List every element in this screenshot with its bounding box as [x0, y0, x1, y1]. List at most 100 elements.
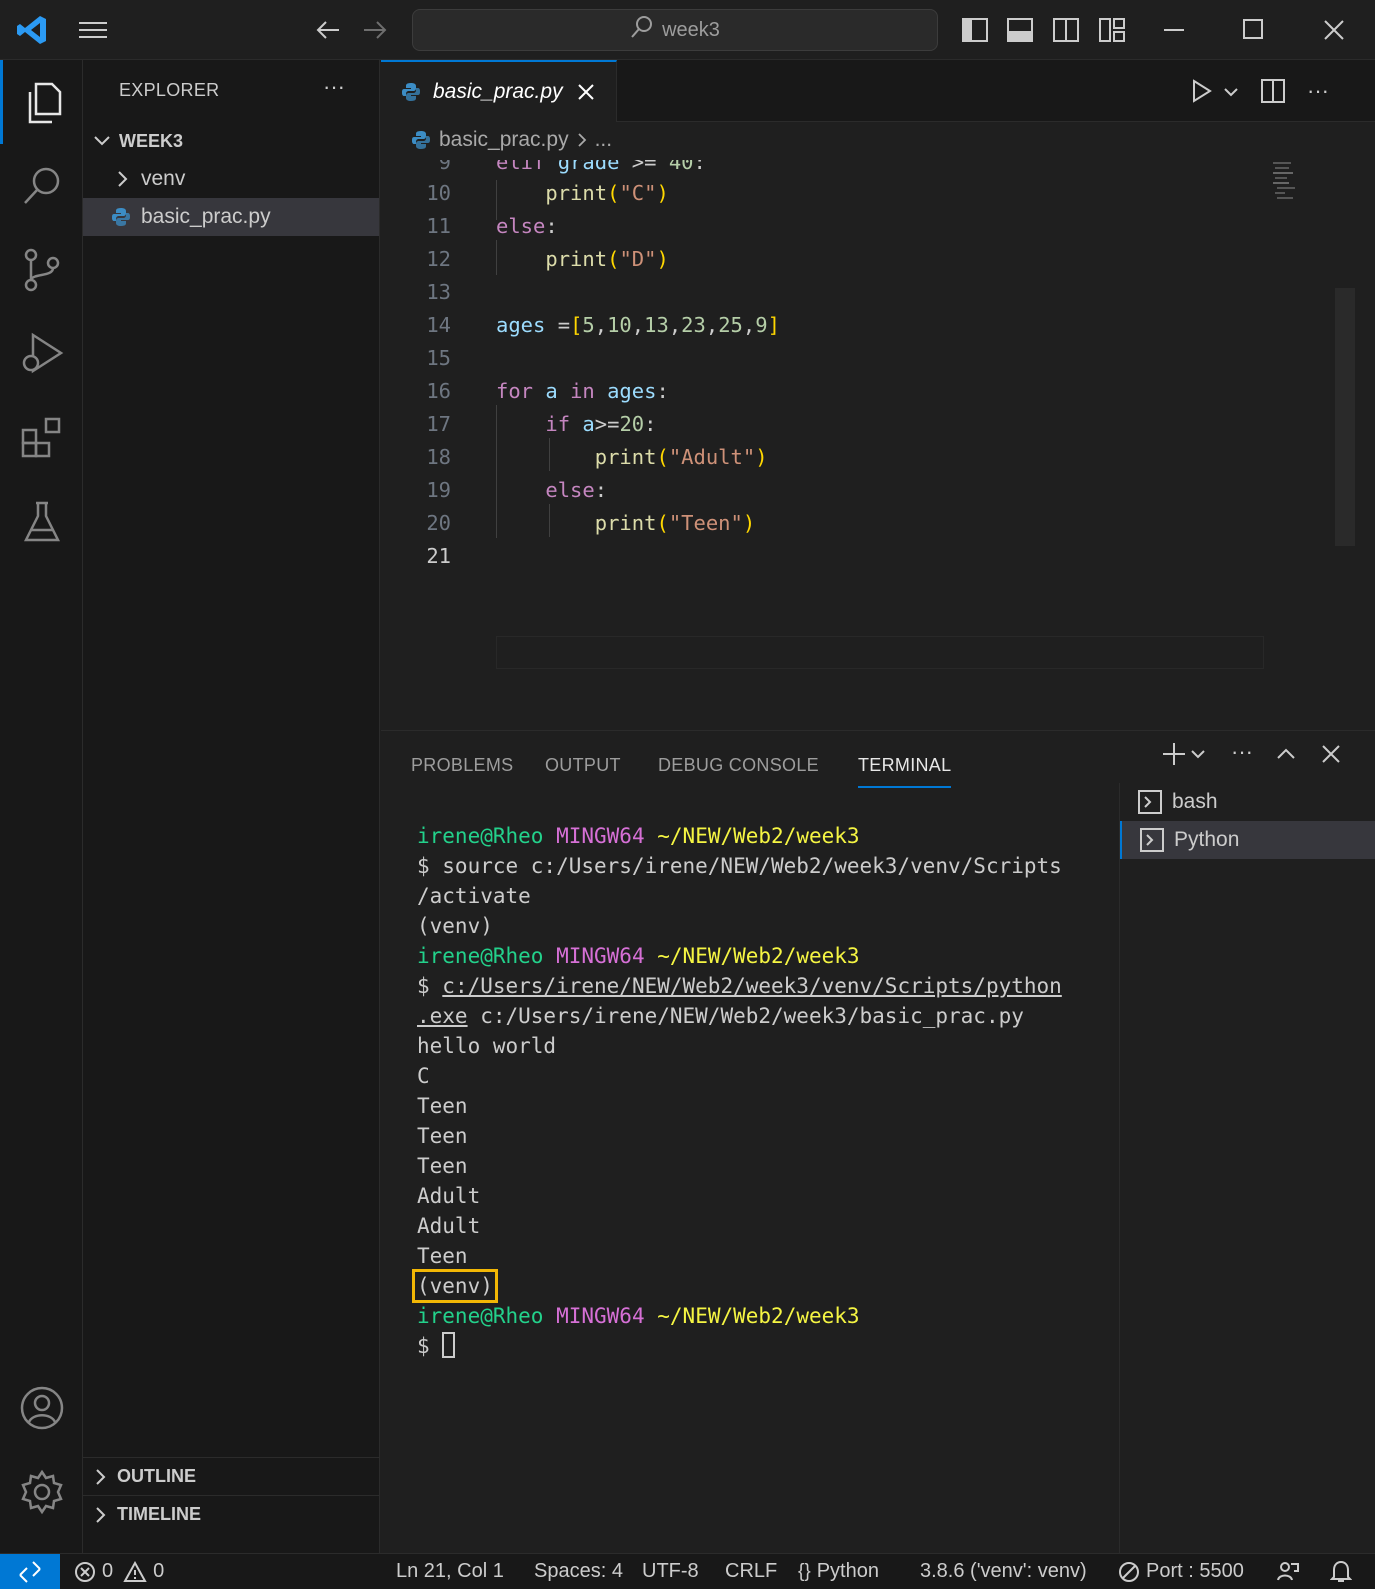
command-center-search[interactable]: week3 — [412, 9, 938, 51]
editor-more-actions-icon[interactable]: ··· — [1303, 78, 1333, 104]
explorer-icon[interactable] — [0, 60, 83, 144]
tree-item-venv[interactable]: venv — [83, 160, 379, 198]
line-number: 21 — [426, 543, 451, 568]
line-text: for a in ages: — [496, 378, 669, 403]
terminal-item-python[interactable]: Python — [1120, 821, 1375, 859]
minimap[interactable] — [1271, 160, 1301, 210]
close-window-icon[interactable] — [1319, 16, 1349, 44]
panel-more-actions-icon[interactable]: ··· — [1227, 739, 1257, 765]
terminal-output[interactable]: irene@Rheo MINGW64 ~/NEW/Web2/week3 $ so… — [412, 821, 1097, 1361]
chevron-right-icon — [95, 1468, 117, 1486]
line-number: 20 — [426, 510, 451, 535]
line-text: print("D") — [545, 246, 669, 271]
line-number: 12 — [426, 246, 451, 271]
terminal-line: $ source c:/Users/irene/NEW/Web2/week3/v… — [417, 854, 1062, 878]
code-line: 17 if a>=20: — [381, 407, 1375, 440]
timeline-section[interactable]: TIMELINE — [83, 1495, 379, 1533]
line-text: print("C") — [545, 180, 669, 205]
breadcrumb-symbol[interactable]: ... — [595, 128, 613, 152]
breadcrumb-file[interactable]: basic_prac.py — [439, 128, 569, 152]
problems-status[interactable]: 0 0 — [74, 1560, 164, 1583]
toggle-primary-sidebar-icon[interactable] — [960, 16, 990, 44]
code-line: 11 else: — [381, 209, 1375, 242]
title-bar: week3 — [0, 0, 1375, 60]
back-arrow-icon[interactable] — [313, 16, 343, 44]
run-python-file-icon[interactable] — [1189, 78, 1215, 104]
terminal-link[interactable]: .exe — [417, 1004, 468, 1028]
testing-icon[interactable] — [0, 480, 83, 564]
minimize-icon[interactable] — [1160, 16, 1190, 44]
maximize-panel-chevron-up-icon[interactable] — [1273, 741, 1299, 767]
live-server-port[interactable]: Port : 5500 — [1118, 1560, 1244, 1583]
tab-output[interactable]: OUTPUT — [545, 755, 621, 776]
settings-gear-icon[interactable] — [0, 1450, 83, 1534]
activity-bar — [0, 60, 83, 1553]
line-number: 9 — [438, 160, 451, 174]
toggle-panel-icon[interactable] — [1005, 16, 1035, 44]
code-editor[interactable]: 9 elif grade >= 40: 10 print("C") 11 els… — [381, 160, 1375, 730]
terminal-item-bash[interactable]: bash — [1120, 783, 1375, 821]
cursor-position[interactable]: Ln 21, Col 1 — [396, 1560, 504, 1583]
menu-icon[interactable] — [76, 16, 110, 44]
source-control-icon[interactable] — [0, 228, 83, 312]
extensions-icon[interactable] — [0, 396, 83, 480]
terminal-item-label: Python — [1174, 828, 1240, 851]
feedback-icon[interactable] — [1276, 1560, 1300, 1582]
error-count: 0 — [102, 1560, 114, 1582]
line-text: elif grade >= 40: — [496, 160, 706, 174]
split-editor-icon[interactable] — [1259, 78, 1287, 104]
line-text: ages =[5,10,13,23,25,9] — [496, 312, 780, 337]
outline-section[interactable]: OUTLINE — [83, 1457, 379, 1495]
line-number: 11 — [426, 213, 451, 238]
terminal-icon — [1138, 790, 1162, 814]
status-bar: 0 0 Ln 21, Col 1 Spaces: 4 UTF-8 CRLF {}… — [0, 1553, 1375, 1589]
chevron-right-icon — [577, 132, 587, 148]
new-terminal-plus-icon[interactable] — [1161, 741, 1187, 767]
terminal-line: C — [417, 1064, 430, 1088]
close-tab-icon[interactable] — [577, 83, 595, 101]
no-entry-icon — [1118, 1561, 1140, 1583]
line-text: print("Adult") — [594, 444, 768, 469]
indentation[interactable]: Spaces: 4 — [534, 1560, 623, 1583]
remote-indicator-icon[interactable] — [0, 1554, 60, 1589]
folder-label: WEEK3 — [119, 130, 184, 151]
terminal-link[interactable]: c:/Users/irene/NEW/Web2/week3/venv/Scrip… — [442, 974, 1062, 998]
terminal-line: (venv) — [412, 1269, 1097, 1303]
terminal-dropdown-chevron-icon[interactable] — [1189, 745, 1207, 763]
maximize-icon[interactable] — [1239, 16, 1269, 44]
language-mode[interactable]: {} Python — [798, 1560, 879, 1583]
tree-item-basic-prac[interactable]: basic_prac.py — [83, 198, 379, 236]
forward-arrow-icon[interactable] — [360, 16, 390, 44]
braces-icon: {} — [798, 1560, 811, 1582]
tab-problems[interactable]: PROBLEMS — [411, 755, 513, 776]
terminal-list: bash Python — [1119, 783, 1375, 1563]
line-number: 10 — [426, 180, 451, 205]
explorer-more-actions-icon[interactable]: ··· — [323, 74, 345, 100]
vscode-logo-icon[interactable] — [14, 12, 50, 48]
python-interpreter[interactable]: 3.8.6 ('venv': venv) — [920, 1560, 1087, 1583]
line-ending[interactable]: CRLF — [725, 1560, 777, 1583]
line-text: if a>=20: — [545, 411, 657, 436]
tab-terminal[interactable]: TERMINAL — [858, 755, 951, 776]
encoding[interactable]: UTF-8 — [642, 1560, 699, 1583]
run-dropdown-chevron-icon[interactable] — [1221, 82, 1241, 102]
run-and-debug-icon[interactable] — [0, 312, 83, 396]
code-line: 15 — [381, 341, 1375, 374]
search-icon[interactable] — [0, 144, 83, 228]
tab-basic-prac[interactable]: basic_prac.py — [381, 60, 617, 122]
terminal-line: $ — [417, 1331, 1097, 1361]
folder-week3[interactable]: WEEK3 — [83, 122, 379, 160]
accounts-icon[interactable] — [0, 1366, 83, 1450]
notifications-bell-icon[interactable] — [1330, 1560, 1352, 1584]
customize-layout-icon[interactable] — [1097, 16, 1127, 44]
language-label: Python — [816, 1560, 879, 1582]
toggle-secondary-sidebar-icon[interactable] — [1051, 16, 1081, 44]
tab-debug-console[interactable]: DEBUG CONSOLE — [658, 755, 819, 776]
close-panel-icon[interactable] — [1318, 741, 1344, 767]
tree-item-label: basic_prac.py — [141, 205, 271, 228]
terminal-item-label: bash — [1172, 790, 1218, 813]
code-line: 20 print("Teen") — [381, 506, 1375, 539]
explorer-title: EXPLORER — [119, 80, 220, 100]
editor-scrollbar[interactable] — [1335, 288, 1355, 546]
chevron-down-icon — [93, 135, 119, 147]
